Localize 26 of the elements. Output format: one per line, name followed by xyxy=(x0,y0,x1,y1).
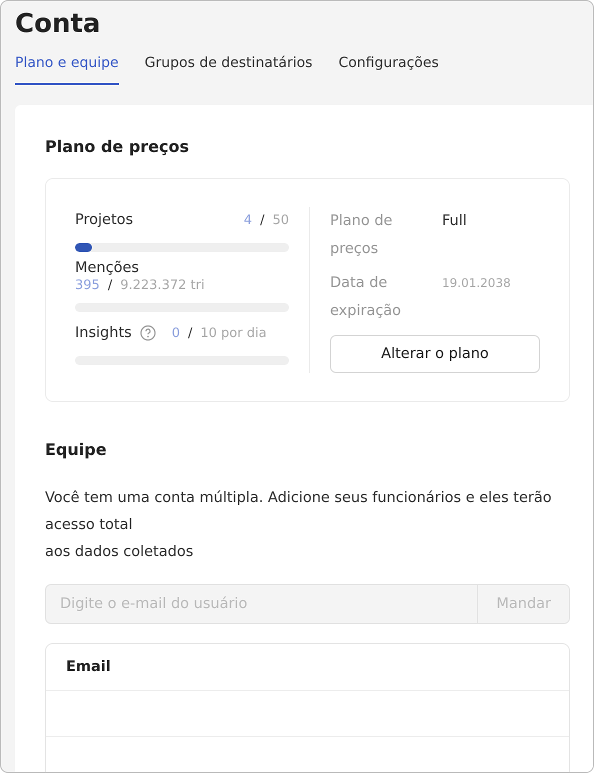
section-title: Equipe xyxy=(45,440,108,459)
used-count: 395 xyxy=(75,278,100,293)
section-title: Plano de preços xyxy=(45,137,190,156)
detail-value: 19.01.2038 xyxy=(442,275,511,292)
limit-label: Projetos xyxy=(75,212,134,228)
separator: / xyxy=(108,278,112,293)
limit-total: 9.223.372 tri xyxy=(120,278,205,293)
page-title: Conta xyxy=(15,8,102,41)
help-icon[interactable] xyxy=(140,325,156,341)
limit-total: 10 por dia xyxy=(200,326,267,340)
used-count: 4 xyxy=(244,212,252,228)
detail-label: Data de expiração xyxy=(330,274,402,321)
team-description: Você tem uma conta múltipla. Adicione seus funcionários e eles terão acesso total aos dados coletados xyxy=(45,489,553,562)
separator: / xyxy=(188,326,192,340)
limit-label: Menções xyxy=(75,260,139,276)
tab[interactable]: Configurações xyxy=(338,55,439,85)
change-plan-button[interactable]: Alterar o plano xyxy=(330,335,540,373)
limit-total: 50 xyxy=(272,212,289,228)
column-header: Email xyxy=(66,659,111,675)
tab[interactable]: Plano e equipe xyxy=(15,55,119,85)
detail-value: Full xyxy=(442,212,467,231)
used-count: 0 xyxy=(172,326,180,340)
limit-label: Insights xyxy=(75,325,132,341)
detail-label: Plano de preços xyxy=(330,212,394,259)
separator: / xyxy=(260,212,264,228)
tab[interactable]: Grupos de destinatários xyxy=(144,55,312,85)
